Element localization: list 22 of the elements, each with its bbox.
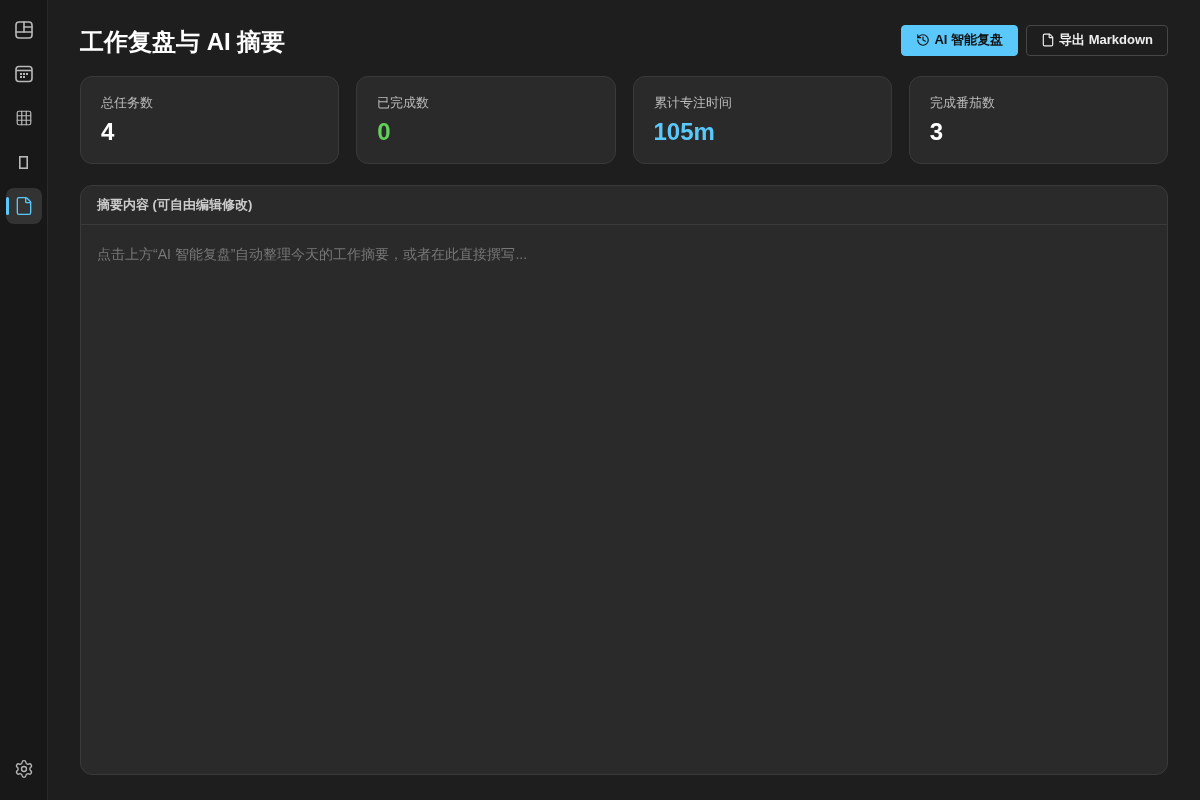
stat-value: 0 [377,118,391,146]
summary-textarea[interactable]: 点击上方“AI 智能复盘”自动整理今天的工作摘要，或者在此直接撰写... [81,225,1167,774]
stat-value: 3 [929,118,944,146]
summary-title: 摘要内容 (可自由编辑修改) [97,196,253,214]
grid-icon [14,109,33,127]
stat-label: 总任务数 [101,94,153,112]
stat-label: 累计专注时间 [653,94,732,112]
summary-editor[interactable]: 摘要内容 (可自由编辑修改) 点击上方“AI 智能复盘”自动整理今天的工作摘要，或者在此直接撰写... [80,185,1168,775]
sidebar-nav-button[interactable] [5,188,42,224]
rectangle-icon [19,155,28,169]
calendar-icon [14,65,33,83]
stat-label: 已完成数 [377,94,430,112]
stat-value: 105m [653,118,715,146]
page-title: 工作复盘与 AI 摘要 [80,27,286,57]
history-icon [916,33,931,47]
stat-value: 4 [101,118,115,146]
export-button[interactable]: 导出 Markdown [1026,24,1168,56]
layout-panels-icon [14,21,33,39]
file-icon [1041,33,1056,47]
stat-label: 完成番茄数 [929,94,995,112]
ai-review-button[interactable]: AI 智能复盘 [901,24,1019,56]
settings-icon [13,759,34,779]
